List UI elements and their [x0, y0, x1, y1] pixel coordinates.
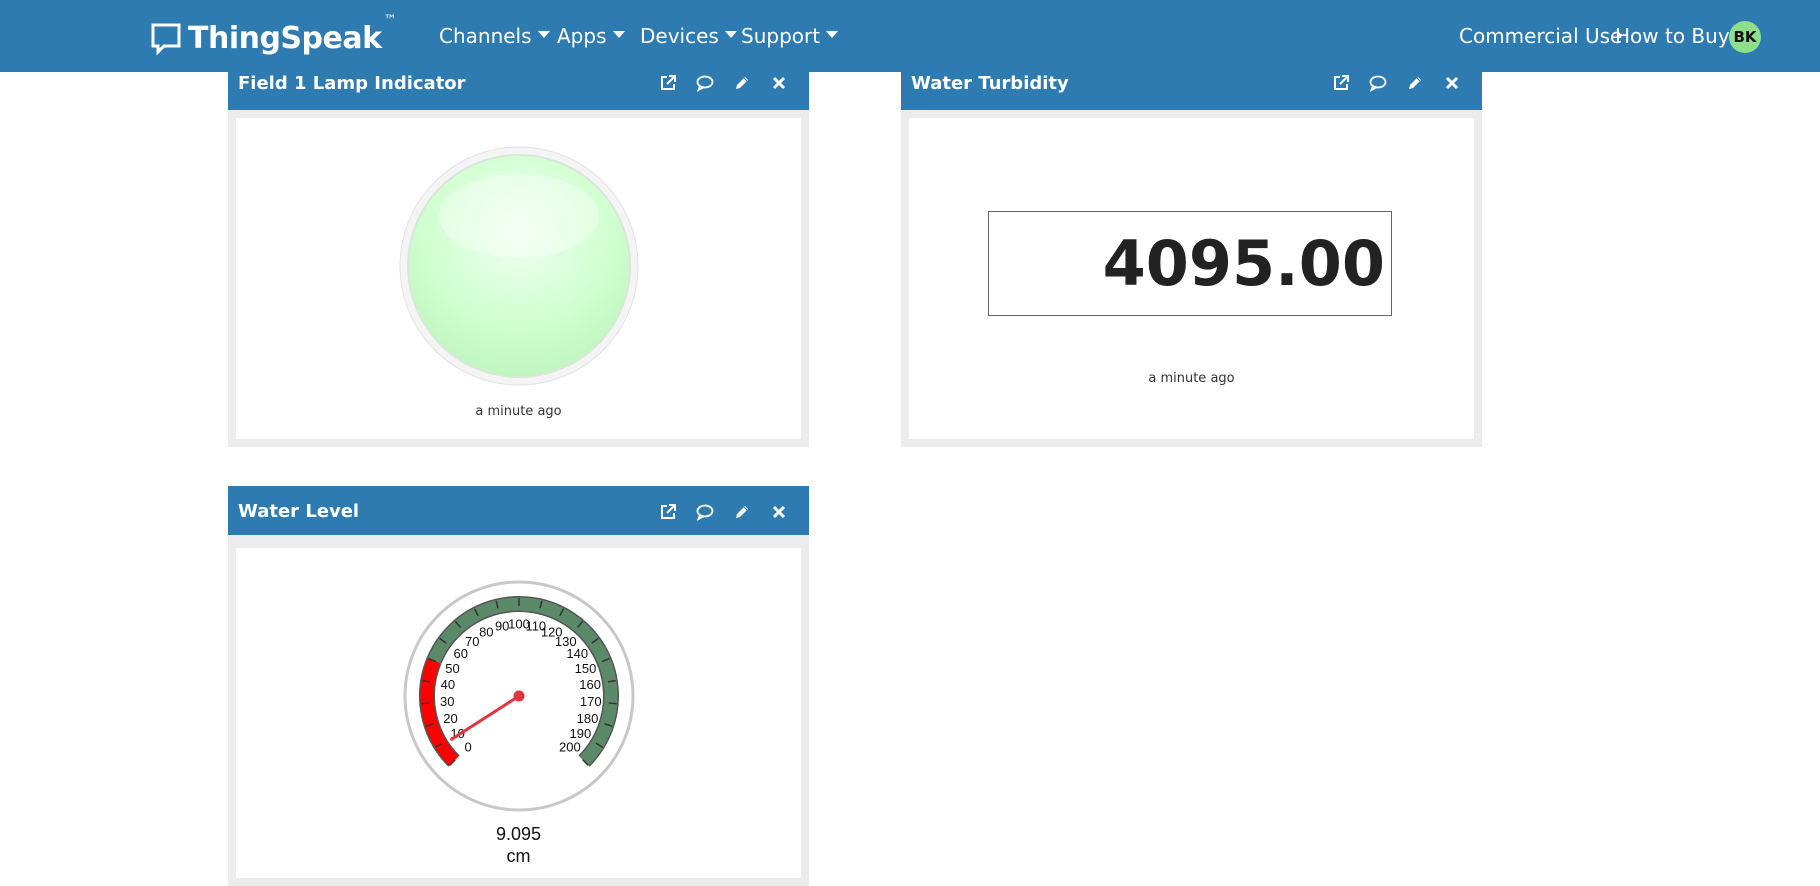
pencil-icon[interactable] — [1405, 73, 1425, 93]
nav-commercial-use-link[interactable]: Commercial Use — [1459, 0, 1622, 72]
widget-title: Field 1 Lamp Indicator — [238, 73, 466, 94]
numeric-value: 4095.00 — [1102, 227, 1385, 300]
water-level-gauge: 01020304050607080 90100110120130140150160… — [403, 580, 635, 812]
gauge-tick-label: 20 — [443, 711, 457, 726]
comment-icon[interactable] — [1368, 73, 1388, 93]
widget-actions — [1331, 73, 1462, 93]
water-turbidity-widget: Water Turbidity 4095.00 a minute ago — [901, 61, 1482, 447]
gauge-tick-label: 80 — [479, 624, 493, 639]
gauge-tick-label: 140 — [566, 646, 588, 661]
gauge-unit: cm — [506, 846, 531, 866]
widget-actions — [658, 502, 789, 522]
widget-title: Water Level — [238, 501, 360, 522]
gauge-tick-label: 200 — [559, 739, 581, 754]
pencil-icon[interactable] — [732, 73, 752, 93]
gauge-tick-label: 50 — [445, 661, 459, 676]
gauge-tick-label: 150 — [575, 661, 597, 676]
widget-body: 0 10 20 30 40 50 60 70 80 90 100 110 120 130 140 150 160… — [236, 548, 801, 878]
last-update-timestamp: a minute ago — [1148, 371, 1235, 386]
lamp-indicator — [399, 146, 639, 386]
caret-down-icon — [826, 31, 839, 38]
close-icon[interactable] — [769, 73, 789, 93]
comment-icon[interactable] — [695, 502, 715, 522]
gauge-tick-label: 180 — [577, 711, 599, 726]
external-link-icon[interactable] — [1331, 73, 1351, 93]
comment-icon[interactable] — [695, 73, 715, 93]
close-icon[interactable] — [769, 502, 789, 522]
gauge-needle-hub — [513, 690, 525, 702]
gauge-tick — [421, 702, 430, 705]
close-icon[interactable] — [1442, 73, 1462, 93]
thingspeak-logo[interactable]: ThingSpeak™ — [150, 12, 397, 58]
lamp-indicator-widget: Field 1 Lamp Indicator a minute ago — [228, 61, 809, 447]
widget-header: Water Level — [228, 486, 809, 535]
widget-body: a minute ago — [236, 118, 801, 439]
widget-header: Water Turbidity — [901, 61, 1482, 110]
chat-bubble-logo-icon — [151, 23, 181, 55]
gauge-tick — [608, 702, 617, 705]
user-avatar[interactable]: BK — [1729, 21, 1761, 53]
external-link-icon[interactable] — [658, 502, 678, 522]
widget-actions — [658, 73, 789, 93]
water-level-widget: Water Level 0 10 20 30 40 50 60 70 80 90 100 110 120… — [228, 486, 809, 886]
logo-text: ThingSpeak™ — [188, 12, 397, 56]
caret-down-icon — [537, 31, 550, 38]
caret-down-icon — [612, 31, 625, 38]
numeric-display: 4095.00 — [988, 211, 1392, 316]
widget-header: Field 1 Lamp Indicator — [228, 61, 809, 110]
last-update-timestamp: a minute ago — [475, 404, 562, 419]
gauge-tick-label: 0 — [464, 739, 471, 754]
external-link-icon[interactable] — [658, 73, 678, 93]
gauge-tick-label: 40 — [441, 677, 455, 692]
caret-down-icon — [724, 31, 737, 38]
widget-body: 4095.00 a minute ago — [909, 118, 1474, 439]
gauge-tick-label: 160 — [579, 677, 601, 692]
gauge-value: 9.095 — [495, 824, 542, 844]
gauge-tick-label: 30 — [440, 694, 454, 709]
pencil-icon[interactable] — [732, 502, 752, 522]
gauge-tick-label: 70 — [465, 634, 479, 649]
widget-title: Water Turbidity — [911, 73, 1069, 94]
nav-how-to-buy-link[interactable]: How to Buy — [1615, 0, 1730, 72]
gauge-tick-label: 170 — [580, 694, 602, 709]
